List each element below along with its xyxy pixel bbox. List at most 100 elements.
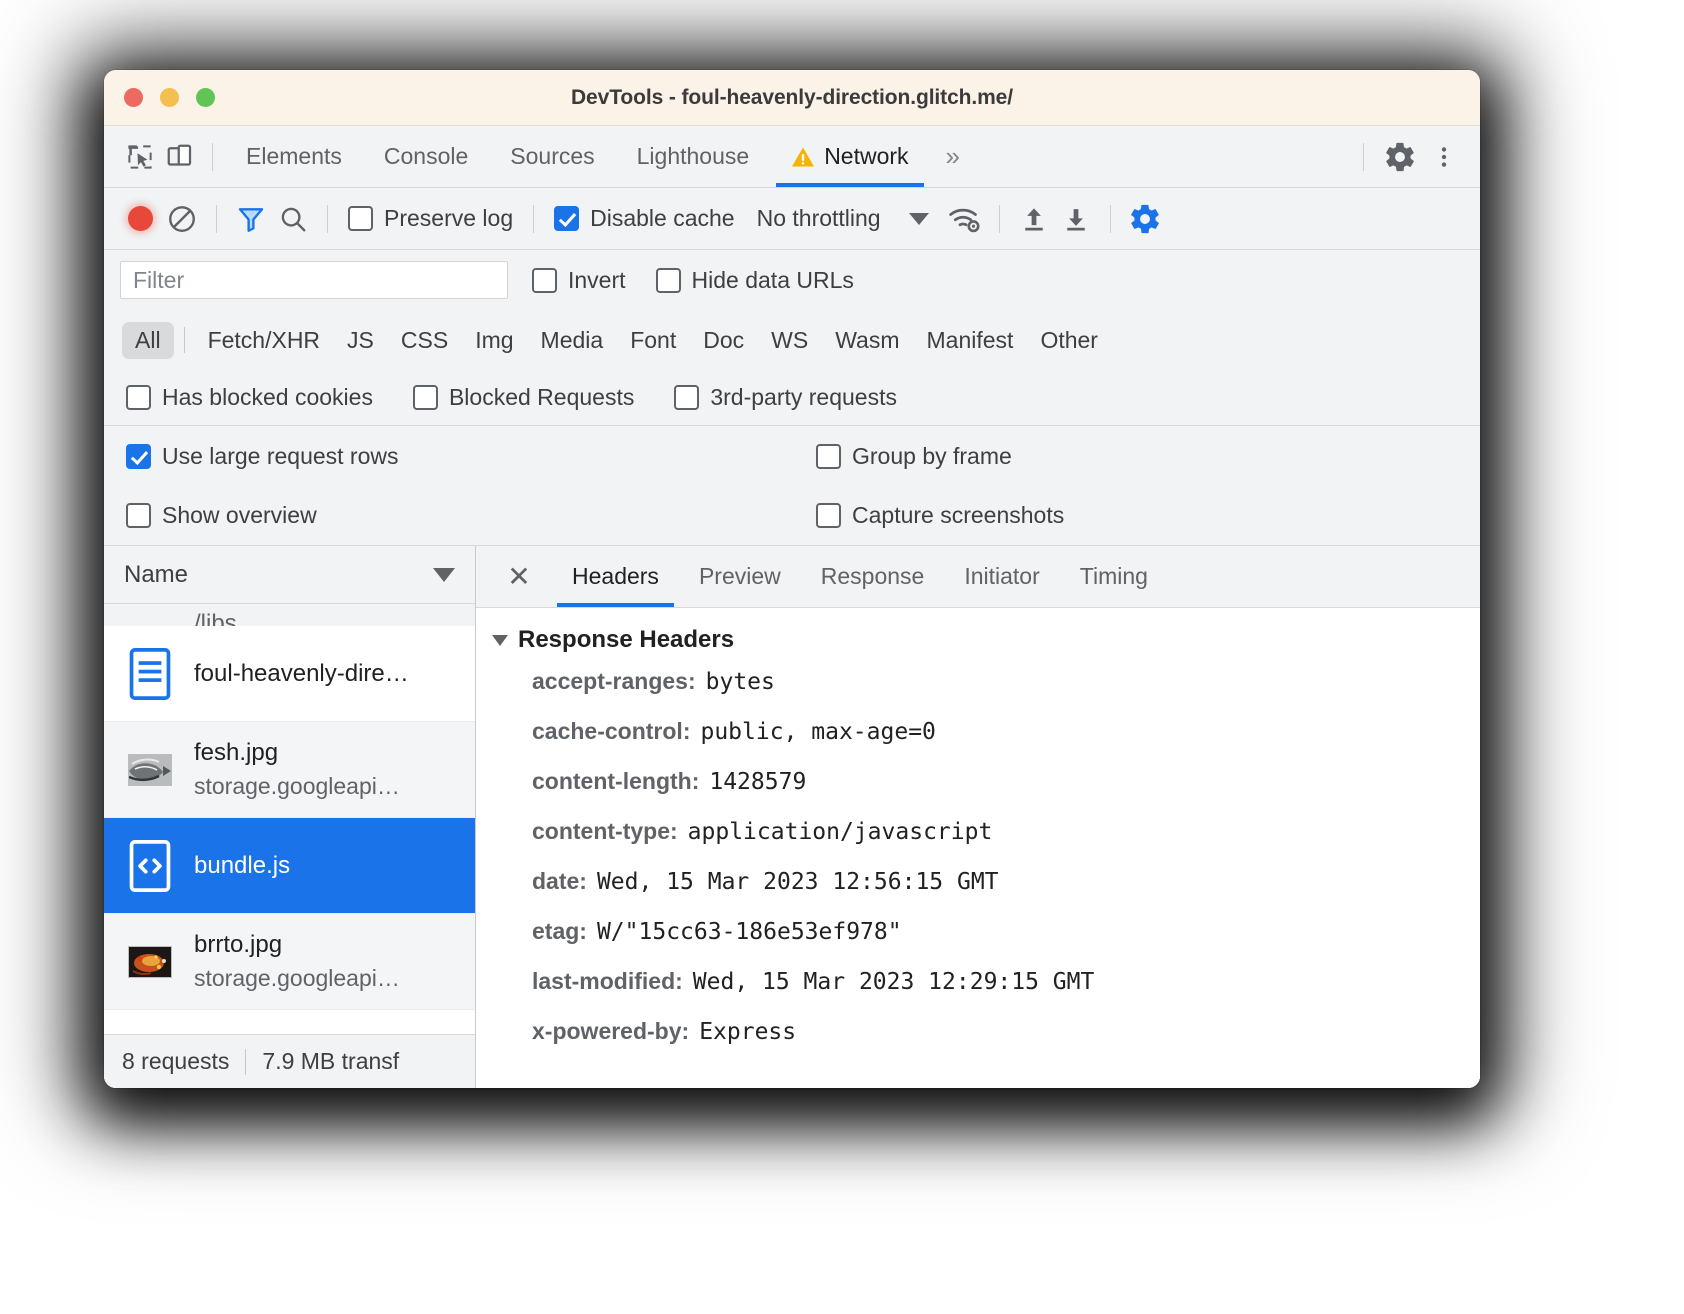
header-value: Wed, 15 Mar 2023 12:56:15 GMT [596,869,999,895]
show-overview-checkbox[interactable]: Show overview [120,502,810,529]
request-list-body[interactable]: /libs foul-heavenly-dire… fesh.jpg stora… [104,604,475,1034]
table-row[interactable]: fesh.jpg storage.googleapi… [104,722,475,818]
gear-icon-blue[interactable] [1125,199,1165,239]
minimize-window-button[interactable] [160,88,179,107]
hide-data-urls-box [655,267,681,293]
table-row[interactable]: bundle.js [104,818,475,914]
net-divider-1 [216,204,217,233]
device-toolbar-icon[interactable] [160,137,200,177]
header-name: content-type: [532,818,678,844]
tab-headers[interactable]: Headers [552,546,679,607]
type-filter-all[interactable]: All [122,321,174,359]
request-domain: storage.googleapi… [194,773,400,799]
use-large-request-rows-checkbox[interactable]: Use large request rows [120,443,810,470]
type-filter-doc[interactable]: Doc [690,322,757,359]
tab-console-label: Console [383,143,469,169]
has-blocked-cookies-label: Has blocked cookies [162,384,373,410]
type-filter-img[interactable]: Img [462,322,526,359]
sort-descending-icon[interactable] [433,567,455,582]
header-value: bytes [705,669,775,695]
request-row-clipped[interactable]: /libs [104,604,475,626]
window-titlebar: DevTools - foul-heavenly-direction.glitc… [104,70,1480,126]
has-blocked-cookies-checkbox[interactable]: Has blocked cookies [120,384,379,411]
header-name: content-length: [532,768,700,794]
disable-cache-label: Disable cache [590,205,735,231]
devtools-tabstrip: Elements Console Sources Lighthouse Netw… [104,126,1480,188]
net-divider-4 [998,204,1000,233]
throttling-dropdown[interactable]: No throttling [743,205,943,232]
thumbnail-burrito [128,945,172,978]
more-tabs-icon[interactable]: » [930,141,976,172]
tab-sources[interactable]: Sources [489,126,615,187]
filter-input[interactable] [120,261,508,299]
triangle-down-icon[interactable] [492,634,508,646]
settings-col-left-2: Show overview [120,502,810,529]
close-icon[interactable]: ✕ [496,554,542,600]
tab-preview[interactable]: Preview [679,546,801,607]
gear-icon[interactable] [1380,137,1420,177]
tab-initiator[interactable]: Initiator [944,546,1059,607]
tab-console[interactable]: Console [363,126,489,187]
response-headers-section[interactable]: Response Headers [476,626,1480,654]
window-title: DevTools - foul-heavenly-direction.glitc… [570,85,1013,109]
panel-tabs: Elements Console Sources Lighthouse Netw… [225,126,976,187]
record-stop-icon[interactable] [120,199,160,239]
request-list-header[interactable]: Name [104,546,475,604]
preserve-log-checkbox[interactable]: Preserve log [342,205,519,232]
clear-no-entry-icon[interactable] [162,199,202,239]
header-name: accept-ranges: [532,668,696,694]
image-thumbnail-fish [124,753,176,786]
type-filter-fetch-xhr[interactable]: Fetch/XHR [195,322,333,359]
type-filter-css[interactable]: CSS [388,322,461,359]
type-filter-other[interactable]: Other [1027,322,1111,359]
header-value: public, max-age=0 [700,719,936,745]
table-row[interactable]: foul-heavenly-dire… [104,626,475,722]
maximize-window-button[interactable] [196,88,215,107]
inspect-cursor-icon[interactable] [120,137,160,177]
download-arrow-icon[interactable] [1056,199,1096,239]
type-filter-wasm[interactable]: Wasm [822,322,912,359]
hide-data-urls-checkbox[interactable]: Hide data URLs [650,267,860,294]
header-row-last-modified: last-modified: Wed, 15 Mar 2023 12:29:15… [476,968,1480,1018]
toolbar-divider [212,142,213,171]
disable-cache-checkbox[interactable]: Disable cache [548,205,740,232]
search-icon[interactable] [273,199,313,239]
type-filter-font[interactable]: Font [617,322,689,359]
use-large-request-rows-label: Use large request rows [162,442,399,469]
tab-sources-label: Sources [510,143,595,169]
resource-type-filters: All Fetch/XHR JS CSS Img Media Font Doc … [104,310,1480,370]
status-transferred: 7.9 MB transf [262,1048,400,1074]
request-row-text: fesh.jpg storage.googleapi… [194,739,400,800]
type-filter-ws[interactable]: WS [758,322,821,359]
more-vertical-icon[interactable] [1424,137,1464,177]
upload-arrow-icon[interactable] [1014,199,1054,239]
table-row[interactable]: brrto.jpg storage.googleapi… [104,914,475,1010]
funnel-filter-icon[interactable] [231,199,271,239]
blocked-requests-label: Blocked Requests [448,384,635,410]
tab-network[interactable]: Network [770,126,929,187]
capture-screenshots-checkbox[interactable]: Capture screenshots [810,502,1464,529]
settings-row-1: Use large request rows Group by frame [104,426,1480,486]
third-party-requests-checkbox[interactable]: 3rd-party requests [668,384,903,411]
header-value: Express [699,1019,797,1045]
wifi-settings-icon[interactable] [945,199,985,239]
type-filter-js[interactable]: JS [334,322,387,359]
type-filter-manifest[interactable]: Manifest [914,322,1027,359]
invert-box [532,267,557,293]
tab-timing[interactable]: Timing [1060,546,1168,607]
header-value: 1428579 [709,769,807,795]
close-window-button[interactable] [124,88,143,107]
invert-checkbox[interactable]: Invert [526,267,632,294]
tab-elements[interactable]: Elements [225,126,363,187]
request-row-text: bundle.js [194,852,290,880]
group-by-frame-label: Group by frame [852,442,1012,469]
header-name: x-powered-by: [532,1018,690,1044]
tab-lighthouse[interactable]: Lighthouse [616,126,771,187]
tab-response[interactable]: Response [801,546,945,607]
header-name: date: [532,868,587,894]
header-row-content-length: content-length: 1428579 [476,768,1480,818]
script-code-icon [124,839,176,893]
group-by-frame-checkbox[interactable]: Group by frame [810,443,1464,470]
blocked-requests-checkbox[interactable]: Blocked Requests [407,384,640,411]
type-filter-media[interactable]: Media [528,322,617,359]
